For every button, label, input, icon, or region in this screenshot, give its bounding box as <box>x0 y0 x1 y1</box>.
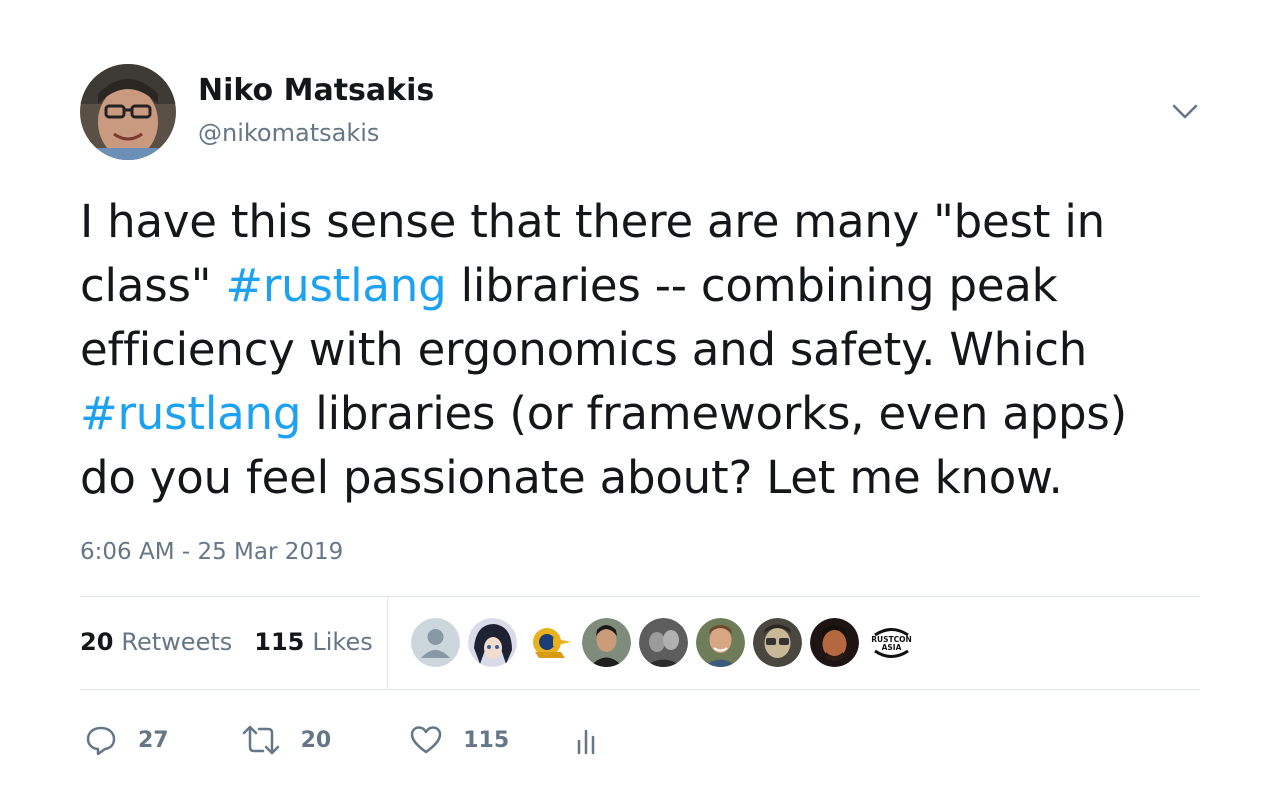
liker-avatar-person-5[interactable] <box>810 618 859 667</box>
liker-avatar-person-1[interactable] <box>582 618 631 667</box>
liker-avatar-default[interactable] <box>411 618 460 667</box>
retweet-button[interactable]: 20 <box>241 723 332 757</box>
liker-avatar-rustcon[interactable]: RUSTCON ASIA <box>867 618 916 667</box>
likes-stat[interactable]: 115 Likes <box>254 624 372 660</box>
analytics-button[interactable] <box>575 723 601 757</box>
display-name[interactable]: Niko Matsakis <box>198 72 434 110</box>
reply-count: 27 <box>138 727 169 753</box>
user-handle[interactable]: @nikomatsakis <box>198 116 379 150</box>
analytics-icon <box>575 723 601 757</box>
liker-avatars: RUSTCON ASIA <box>411 618 916 667</box>
liker-avatar-person-2[interactable] <box>639 618 688 667</box>
profile-avatar[interactable] <box>80 64 176 160</box>
liker-avatar-badge[interactable] <box>525 618 574 667</box>
hashtag-link[interactable]: #rustlang <box>80 387 301 440</box>
hashtag-link[interactable]: #rustlang <box>225 259 446 312</box>
likes-stat-label: Likes <box>312 628 373 656</box>
retweets-stat-label: Retweets <box>121 628 233 656</box>
stats-divider <box>387 597 388 689</box>
tweet-stats: 20 Retweets 115 Likes <box>80 624 373 660</box>
heart-icon <box>409 723 443 757</box>
rustcon-logo-text-2: ASIA <box>882 643 902 652</box>
liker-avatar-anime[interactable] <box>468 618 517 667</box>
caret-down-icon[interactable] <box>1168 98 1202 126</box>
like-count: 115 <box>463 727 510 753</box>
reply-button[interactable]: 27 <box>84 723 169 757</box>
reply-icon <box>84 723 118 757</box>
divider-top <box>80 596 1200 597</box>
likes-stat-count: 115 <box>254 628 305 656</box>
retweets-stat[interactable]: 20 Retweets <box>80 624 232 660</box>
retweet-icon <box>241 723 281 757</box>
divider-bottom <box>80 689 1200 690</box>
liker-avatar-person-4[interactable] <box>753 618 802 667</box>
retweets-stat-count: 20 <box>80 628 114 656</box>
retweet-count: 20 <box>300 727 332 753</box>
tweet-timestamp[interactable]: 6:06 AM - 25 Mar 2019 <box>80 536 343 568</box>
tweet-text: I have this sense that there are many "b… <box>80 190 1220 510</box>
like-button[interactable]: 115 <box>409 723 509 757</box>
liker-avatar-person-3[interactable] <box>696 618 745 667</box>
tweet-actions: 27 20 115 <box>84 720 601 760</box>
